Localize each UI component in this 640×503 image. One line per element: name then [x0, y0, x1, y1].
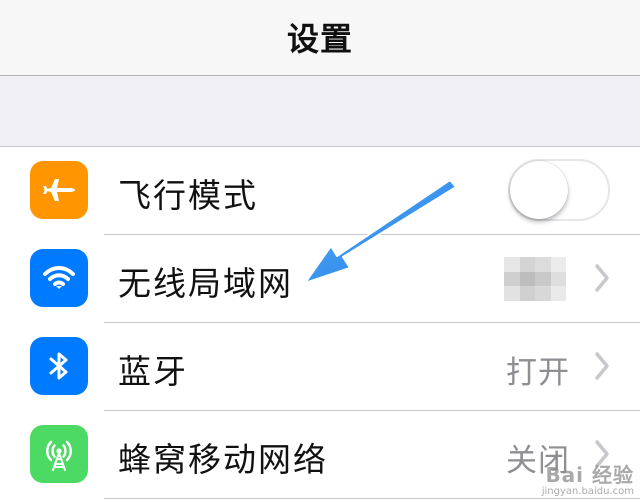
settings-row-airplane-mode[interactable]: 飞行模式 — [0, 147, 640, 235]
settings-row-bluetooth[interactable]: 蓝牙 打开 — [0, 323, 640, 411]
chevron-right-icon — [595, 352, 609, 380]
settings-row-label: 无线局域网 — [118, 264, 293, 303]
airplane-icon — [30, 161, 88, 219]
airplane-mode-toggle[interactable] — [508, 159, 610, 221]
wifi-icon — [30, 249, 88, 307]
settings-row-label: 蜂窝移动网络 — [118, 440, 328, 479]
bluetooth-status-value: 打开 — [506, 355, 570, 391]
settings-list: 飞行模式 无线局域网 蓝牙 打开 蜂窝移动网络 关闭 — [0, 147, 640, 503]
settings-row-label: 飞行模式 — [118, 176, 258, 215]
settings-row-label: 蓝牙 — [118, 352, 188, 391]
toggle-knob — [510, 161, 568, 219]
cellular-antenna-icon — [30, 425, 88, 483]
navigation-bar: 设置 — [0, 0, 640, 76]
settings-row-wifi[interactable]: 无线局域网 — [0, 235, 640, 323]
page-title: 设置 — [286, 20, 353, 58]
watermark-url: jingyan.baidu.com — [541, 486, 634, 497]
settings-screen: 设置 飞行模式 无线局域网 蓝牙 打开 蜂窝移动网络 关闭 Bai 经验 jin… — [0, 0, 640, 503]
watermark-main-text: Bai 经验 — [545, 463, 634, 487]
bluetooth-icon — [30, 337, 88, 395]
chevron-right-icon — [595, 264, 609, 292]
row-divider — [104, 498, 640, 499]
obscured-network-name — [504, 257, 566, 301]
watermark-logo: Bai 经验 jingyan.baidu.com — [542, 459, 634, 497]
section-spacer — [0, 76, 640, 147]
